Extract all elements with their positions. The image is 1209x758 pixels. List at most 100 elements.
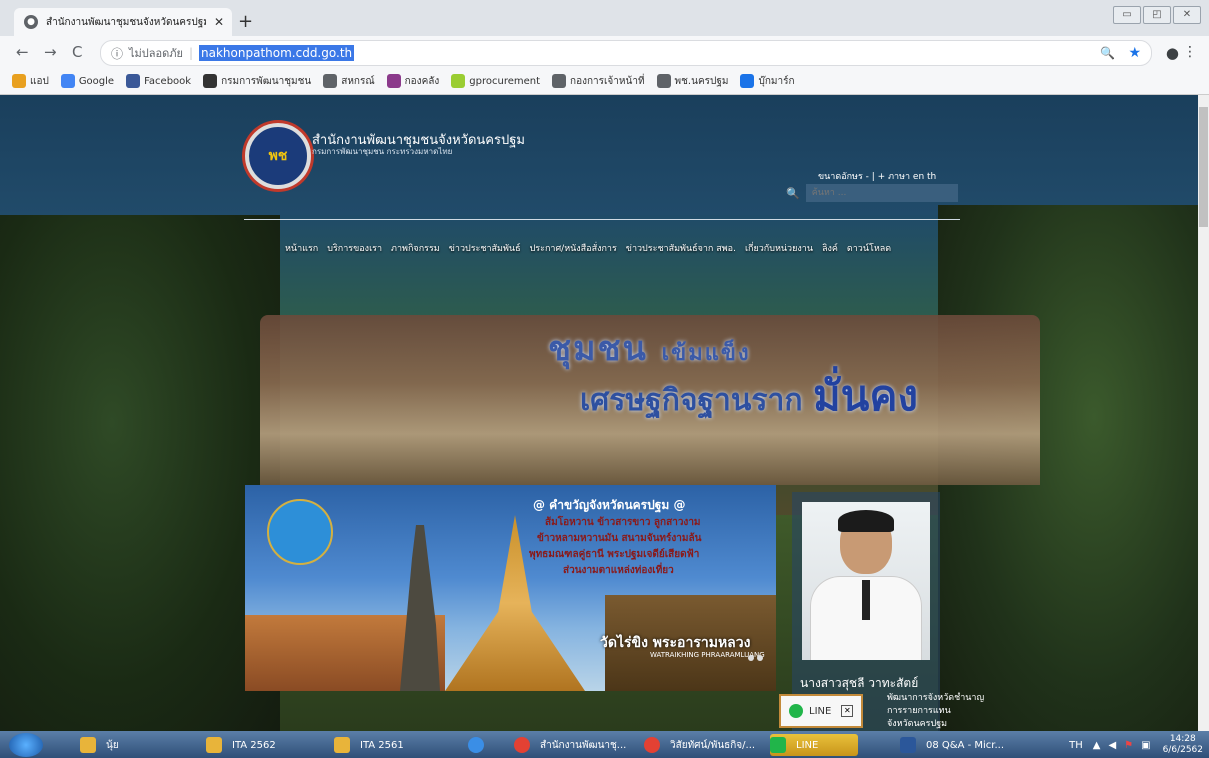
web-page: พช สำนักงานพัฒนาชุมชนจังหวัดนครปฐม กรมกา… [0,95,1198,731]
ie-icon [468,737,484,753]
address-bar[interactable]: ⓘ ไม่ปลอดภัย | nakhonpathom.cdd.go.th 🔍 … [100,40,1152,66]
tab-title: สำนักงานพัฒนาชุมชนจังหวัดนครปฐม [46,16,206,28]
taskbar-item[interactable]: นุ้ย [80,734,119,756]
bookmark-star-icon[interactable]: ★ [1128,45,1141,61]
taskbar-item[interactable]: สำนักงานพัฒนาชุ... [514,734,626,756]
governor-title: พัฒนาการจังหวัดชำนาญ [887,693,985,703]
carousel-dot[interactable] [757,655,763,661]
bookmark-item[interactable]: แอป [12,74,49,89]
font-language-controls[interactable]: ขนาดอักษร - | + ภาษา en th [818,169,936,183]
tie [862,580,870,620]
globe-icon: ● [24,15,38,29]
taskbar-item[interactable]: ITA 2562 [206,734,276,756]
governor-photo [802,502,930,660]
bookmark-item[interactable]: กองการเจ้าหน้าที่ [552,74,645,89]
scrollbar-thumb[interactable] [1199,107,1208,227]
carousel-dot[interactable] [748,655,754,661]
taskbar-label: วิสัยทัศน์/พันธกิจ/... [670,739,756,751]
bookmark-item[interactable]: Facebook [126,74,191,88]
taskbar-label: สำนักงานพัฒนาชุ... [540,739,627,751]
nav-item[interactable]: หน้าแรก [285,241,318,255]
circle-icon [386,74,401,88]
nav-item[interactable]: บริการของเรา [327,241,382,255]
bookmark-item[interactable]: Google [60,74,114,88]
tree-image [0,215,280,731]
taskbar-label: LINE [796,739,819,751]
nav-item[interactable]: ลิงค์ [822,241,838,255]
reload-button[interactable]: C [72,43,82,61]
volume-icon[interactable]: ◀ [1108,740,1116,751]
bookmark-item[interactable]: gprocurement [451,74,540,88]
nav-item[interactable]: ภาพกิจกรรม [391,241,440,255]
nav-item[interactable]: ประกาศ/หนังสือสั่งการ [530,241,617,255]
line-icon [770,737,786,753]
security-label: ไม่ปลอดภัย [129,47,183,60]
site-subtitle: กรมการพัฒนาชุมชน กระทรวงมหาดไทย [312,147,453,156]
forward-button[interactable]: → [44,43,57,61]
taskbar: นุ้ย ITA 2562 ITA 2561 สำนักงานพัฒนาชุ..… [0,731,1209,758]
gproc-icon [451,74,466,88]
clock[interactable]: 14:28 6/6/2562 [1163,734,1203,756]
carousel-dots[interactable] [745,655,763,661]
flag-icon[interactable]: ⚑ [1124,740,1133,751]
system-tray: TH ▲ ◀ ⚑ ▣ 14:28 6/6/2562 [1069,734,1203,756]
governor-title: จังหวัดนครปฐม [887,719,948,729]
slogan-word: มั่นคง [812,371,918,420]
taskbar-item[interactable]: 08 Q&A - Micr... [900,734,1004,756]
chrome-icon [514,737,530,753]
taskbar-item[interactable]: วิสัยทัศน์/พันธกิจ/... [644,734,755,756]
window-controls: ▭ ◰ ✕ [1111,6,1201,24]
nav-item[interactable]: ข่าวประชาสัมพันธ์ [449,241,521,255]
start-button[interactable] [9,733,43,757]
line-label: LINE [809,705,832,717]
zoom-icon[interactable]: 🔍 [1100,46,1115,60]
new-tab-button[interactable]: + [238,11,253,32]
line-widget[interactable]: LINE ✕ [779,694,863,728]
taskbar-label: ITA 2561 [360,739,404,751]
taskbar-item[interactable] [468,734,494,756]
search-input[interactable] [805,184,958,202]
bookmark-label: กองการเจ้าหน้าที่ [570,75,645,87]
apps-icon [12,74,26,88]
tab-strip: ● สำนักงานพัฒนาชุมชนจังหวัดนครปฐม ✕ + ▭ … [0,0,1209,36]
bookmark-label: กองคลัง [404,75,440,87]
nav-item[interactable]: ดาวน์โหลด [847,241,891,255]
folder-icon [206,737,222,753]
folder-icon [334,737,350,753]
scrollbar[interactable] [1198,95,1209,731]
bookmark-item[interactable]: พช.นครปฐม [656,74,728,89]
url-text[interactable]: nakhonpathom.cdd.go.th [199,45,355,61]
tray-arrow-icon[interactable]: ▲ [1093,740,1101,751]
banner-line: พุทธมณฑลคู่ธานี พระปฐมเจดีย์เสียดฟ้า [529,549,700,560]
nav-item[interactable]: ข่าวประชาสัมพันธ์จาก สพอ. [626,241,736,255]
profile-icon[interactable]: ● [1166,44,1179,62]
hair [838,510,894,532]
main-nav: หน้าแรก บริการของเรา ภาพกิจกรรม ข่าวประชาสั… [285,241,900,255]
maximize-button[interactable]: ◰ [1143,6,1171,24]
back-button[interactable]: ← [16,43,29,61]
bookmark-item[interactable]: สหกรณ์ [323,74,375,89]
bookmark-item[interactable]: บุ๊กมาร์ก [740,74,795,89]
browser-tab[interactable]: ● สำนักงานพัฒนาชุมชนจังหวัดนครปฐม ✕ [14,8,232,36]
bookmark-item[interactable]: กรมการพัฒนาชุมชน [203,74,311,89]
info-icon[interactable]: ⓘ [111,45,123,62]
minimize-button[interactable]: ▭ [1113,6,1141,24]
site-logo[interactable]: พช [245,123,311,189]
close-icon[interactable]: ✕ [841,705,854,717]
taskbar-item-active[interactable]: LINE [770,734,859,756]
bookmark-label: กรมการพัฒนาชุมชน [221,75,312,87]
province-banner[interactable]: @ คำขวัญจังหวัดนครปฐม @ ส้มโอหวาน ข้าวสา… [245,485,776,691]
close-tab-icon[interactable]: ✕ [214,15,224,29]
date: 6/6/2562 [1162,745,1203,755]
menu-icon[interactable]: ⋮ [1183,44,1197,60]
taskbar-item[interactable]: ITA 2561 [334,734,404,756]
globe-icon [323,74,338,88]
network-icon[interactable]: ▣ [1141,740,1150,751]
line-icon [789,704,803,718]
browser-toolbar: ← → C ⓘ ไม่ปลอดภัย | nakhonpathom.cdd.go… [0,36,1209,68]
bookmark-item[interactable]: กองคลัง [386,74,440,89]
nav-item[interactable]: เกี่ยวกับหน่วยงาน [745,241,813,255]
governor-title: การรายการแทน [887,706,951,716]
close-window-button[interactable]: ✕ [1173,6,1201,24]
language-indicator[interactable]: TH [1069,740,1083,751]
